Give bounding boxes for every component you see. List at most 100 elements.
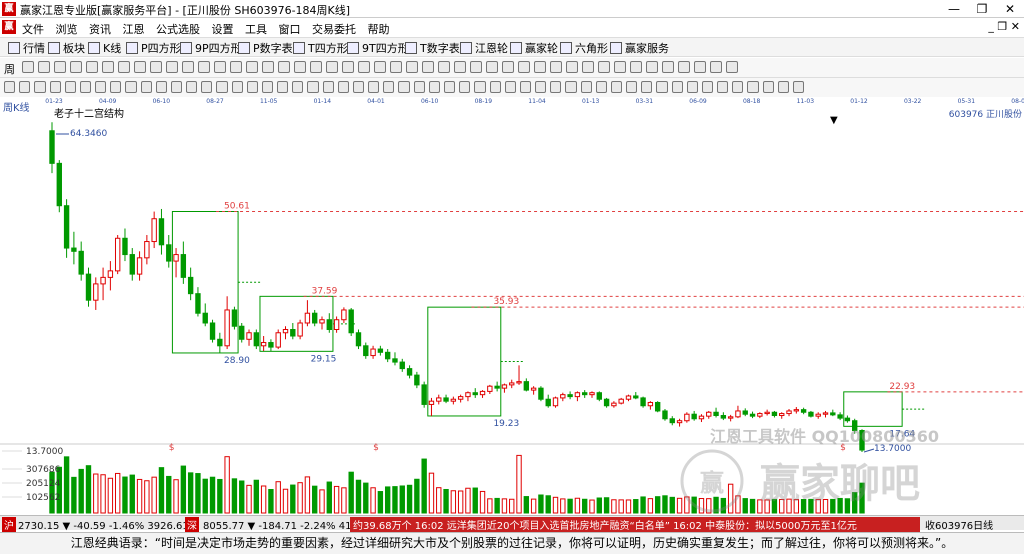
- menu-tools[interactable]: 工具: [245, 23, 267, 36]
- candle-body: [49, 130, 55, 164]
- candle-body: [144, 241, 150, 259]
- price-label: 22.93: [889, 382, 915, 392]
- volume-bar: [107, 477, 114, 514]
- candle-body: [85, 273, 92, 301]
- volume-bar: [436, 487, 442, 514]
- volume-bar: [195, 473, 201, 514]
- menu-browse[interactable]: 浏览: [56, 23, 78, 36]
- volume-bar: [231, 478, 238, 514]
- menu-gann[interactable]: 江恩: [123, 23, 145, 36]
- date-tick: 03-22: [904, 98, 922, 105]
- volume-bar: [187, 472, 194, 514]
- candle-body: [239, 325, 245, 340]
- tb-sector-button[interactable]: 板块: [48, 40, 85, 56]
- news-ticker[interactable]: 约39.68万个 16:02 远洋集团近20个项目入选首批房地产融资“白名单” …: [350, 517, 920, 532]
- document-logo-icon: 赢: [2, 20, 16, 34]
- candle-body: [647, 401, 654, 407]
- minimize-button[interactable]: —: [940, 0, 968, 18]
- period-select[interactable]: 周: [4, 61, 15, 77]
- volume-bar: [85, 465, 92, 514]
- candle-body: [443, 397, 449, 402]
- analysis-tool-icons[interactable]: [4, 81, 804, 95]
- tb-hexagon-button[interactable]: 六角形: [560, 40, 608, 56]
- volume-bar: [363, 482, 369, 514]
- candle-body: [676, 420, 683, 424]
- candle-body: [319, 319, 325, 324]
- volume-bar: [567, 498, 573, 514]
- tb-kline-button[interactable]: K线: [88, 40, 121, 56]
- candle-body: [428, 400, 435, 405]
- maximize-button[interactable]: ❐: [968, 0, 996, 18]
- volume-bar: [465, 487, 471, 514]
- candle-body: [253, 332, 260, 347]
- date-tick: 01-13: [582, 98, 600, 105]
- volume-bar: [633, 499, 639, 514]
- candle-body: [166, 244, 172, 262]
- dropdown-arrow-icon[interactable]: ▼: [830, 115, 838, 126]
- candle-body: [684, 413, 690, 422]
- candle-body: [808, 411, 814, 417]
- gann-quote: 江恩经典语录：“时间是决定市场走势的重要因素，经过详细研究大市及个别股票的过往记…: [0, 532, 1024, 554]
- drawing-tool-icons[interactable]: [22, 61, 822, 75]
- menu-help[interactable]: 帮助: [368, 23, 390, 36]
- candle-body: [392, 358, 398, 363]
- tb-p-square-button[interactable]: P四方形: [126, 40, 181, 56]
- close-button[interactable]: ✕: [996, 0, 1024, 18]
- candle-body: [187, 276, 194, 295]
- mdi-controls[interactable]: _ ❐ ✕: [988, 20, 1020, 33]
- volume-bar: [625, 499, 632, 514]
- volume-bar: [100, 474, 106, 514]
- drawing-toolbar: 周: [0, 58, 1024, 78]
- 9t-square-icon: [347, 42, 359, 54]
- watermark-brand: 赢家聊吧: [760, 461, 920, 507]
- candle-body: [63, 205, 70, 249]
- tb-service-button[interactable]: 赢家服务: [610, 40, 669, 56]
- volume-bar: [472, 487, 478, 514]
- candle-body: [151, 218, 157, 243]
- date-tick: 03-31: [636, 98, 654, 105]
- volume-bar: [217, 478, 223, 514]
- menu-file[interactable]: 文件: [22, 23, 44, 36]
- candle-body: [545, 398, 551, 407]
- volume-bar: [406, 484, 413, 514]
- tb-quote-button[interactable]: 行情: [8, 40, 45, 56]
- candle-body: [494, 385, 500, 389]
- volume-marker: $: [373, 443, 379, 453]
- candle-body: [501, 384, 508, 389]
- candle-body: [830, 412, 836, 416]
- candle-body: [582, 392, 588, 396]
- tb-p-table-button[interactable]: P数字表: [238, 40, 293, 56]
- menu-settings[interactable]: 设置: [212, 23, 234, 36]
- date-tick: 11-05: [260, 98, 278, 105]
- tb-winner-wheel-button[interactable]: 赢家轮: [510, 40, 558, 56]
- quote-icon: [8, 42, 20, 54]
- menu-window[interactable]: 窗口: [279, 23, 301, 36]
- candle-body: [487, 385, 493, 392]
- tb-t-square-button[interactable]: T四方形: [293, 40, 348, 56]
- candle-body: [837, 414, 843, 419]
- candle-body: [297, 322, 303, 337]
- sh-index-value[interactable]: 2730.15 ▼ -40.59 -1.46% 3926.61亿: [18, 517, 199, 532]
- candle-body: [771, 411, 778, 417]
- candle-body: [173, 254, 179, 262]
- menu-news[interactable]: 资讯: [89, 23, 111, 36]
- candle-body: [662, 410, 668, 420]
- chart-area[interactable]: 01-23 04-09 06-10 08-27 11-05 01-14 04-01 06-10…: [0, 97, 1024, 515]
- volume-bar: [341, 487, 347, 514]
- candle-body: [326, 319, 332, 331]
- tb-9t-square-button[interactable]: 9T四方形: [347, 40, 409, 56]
- tb-9p-square-button[interactable]: 9P四方形: [180, 40, 242, 56]
- price-label: 35.93: [493, 297, 519, 307]
- candle-body: [800, 409, 807, 413]
- menu-trade[interactable]: 交易委托: [312, 23, 356, 36]
- date-tick: 08-27: [206, 98, 224, 105]
- menu-formula[interactable]: 公式选股: [156, 23, 200, 36]
- candle-body: [341, 309, 347, 321]
- candle-body: [333, 319, 340, 331]
- price-level-lines: [216, 211, 1024, 393]
- kline-chart[interactable]: 01-23 04-09 06-10 08-27 11-05 01-14 04-01 06-10…: [0, 97, 1024, 515]
- candle-body: [71, 247, 77, 252]
- menu-items: 文件 浏览 资讯 江恩 公式选股 设置 工具 窗口 交易委托 帮助: [22, 21, 398, 37]
- tb-t-table-button[interactable]: T数字表: [405, 40, 460, 56]
- tb-gann-wheel-button[interactable]: 江恩轮: [460, 40, 508, 56]
